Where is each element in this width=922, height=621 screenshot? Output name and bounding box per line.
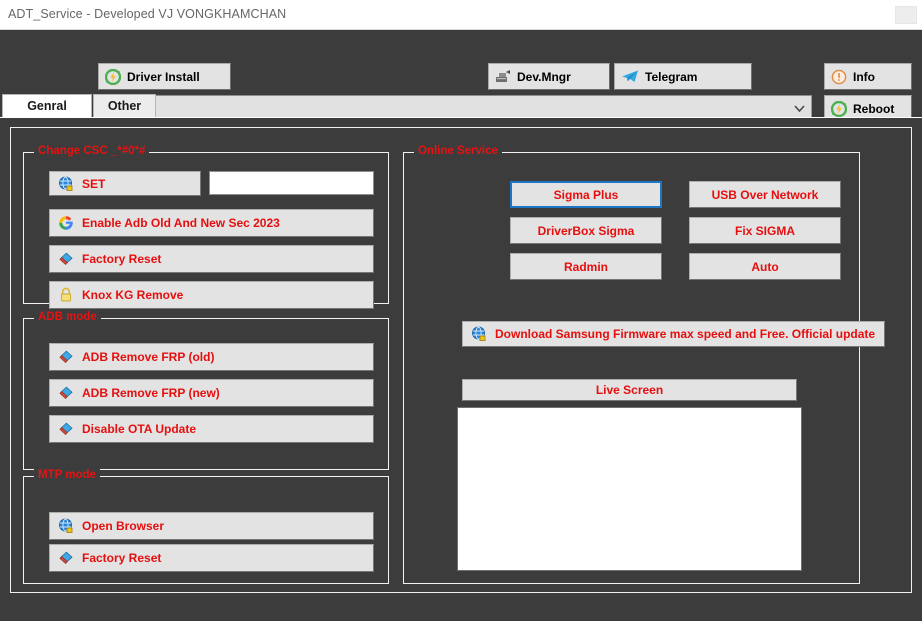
open-browser-label: Open Browser <box>82 519 165 533</box>
sigma-plus-button[interactable]: Sigma Plus <box>510 181 662 208</box>
dev-mngr-button[interactable]: Dev.Mngr <box>488 63 610 90</box>
adb-remove-frp-old-button[interactable]: ADB Remove FRP (old) <box>49 343 374 371</box>
adb-remove-frp-old-label: ADB Remove FRP (old) <box>82 350 215 364</box>
mtp-factory-reset-label: Factory Reset <box>82 551 162 565</box>
refresh-bolt-icon <box>105 68 121 85</box>
live-screen-view[interactable] <box>457 407 802 571</box>
driverbox-sigma-button[interactable]: DriverBox Sigma <box>510 217 662 244</box>
csc-set-button[interactable]: SET <box>49 171 201 196</box>
telegram-icon <box>621 69 639 85</box>
globe-icon <box>58 518 74 534</box>
radmin-label: Radmin <box>563 259 608 274</box>
eraser-icon <box>58 349 74 365</box>
live-screen-label: Live Screen <box>595 383 664 397</box>
telegram-label: Telegram <box>645 69 698 84</box>
download-firmware-label: Download Samsung Firmware max speed and … <box>495 327 876 341</box>
eraser-icon <box>58 421 74 437</box>
mtp-factory-reset-button[interactable]: Factory Reset <box>49 544 374 572</box>
window-control-button[interactable] <box>895 6 917 24</box>
tab-other-label: Other <box>107 99 142 113</box>
csc-factory-reset-button[interactable]: Factory Reset <box>49 245 374 273</box>
info-circle-icon <box>831 69 847 85</box>
eraser-icon <box>58 550 74 566</box>
enable-adb-label: Enable Adb Old And New Sec 2023 <box>82 216 280 230</box>
google-g-icon <box>58 215 74 231</box>
group-change-csc: Change CSC _*#0*# SET Enable Adb Old And… <box>23 145 389 309</box>
tab-genral-label: Genral <box>27 99 67 113</box>
padlock-icon <box>58 287 74 303</box>
window-title: ADT_Service - Developed VJ VONGKHAMCHAN <box>8 7 287 21</box>
fix-sigma-label: Fix SIGMA <box>734 223 795 238</box>
fix-sigma-button[interactable]: Fix SIGMA <box>689 217 841 244</box>
group-adb-mode-legend: ADB mode <box>34 311 101 323</box>
adb-remove-frp-new-label: ADB Remove FRP (new) <box>82 386 220 400</box>
dev-mngr-label: Dev.Mngr <box>517 69 571 84</box>
auto-button[interactable]: Auto <box>689 253 841 280</box>
disable-ota-update-label: Disable OTA Update <box>82 422 197 436</box>
device-manager-icon <box>495 69 511 85</box>
toolbar: Driver Install Dev.Mngr Telegram Info Re… <box>0 30 922 122</box>
group-online-service: Online Service Sigma Plus USB Over Netwo… <box>403 145 885 584</box>
sigma-plus-label: Sigma Plus <box>553 187 619 202</box>
csc-set-label: SET <box>82 176 106 191</box>
enable-adb-button[interactable]: Enable Adb Old And New Sec 2023 <box>49 209 374 237</box>
group-online-service-legend: Online Service <box>414 145 502 157</box>
usb-over-network-label: USB Over Network <box>711 187 819 202</box>
content-panel: Change CSC _*#0*# SET Enable Adb Old And… <box>10 127 912 593</box>
knox-kg-remove-button[interactable]: Knox KG Remove <box>49 281 374 309</box>
tab-strip: Genral Other <box>0 94 922 117</box>
driver-install-button[interactable]: Driver Install <box>98 63 231 90</box>
tab-genral[interactable]: Genral <box>2 94 92 117</box>
knox-kg-remove-label: Knox KG Remove <box>82 288 184 302</box>
adb-remove-frp-new-button[interactable]: ADB Remove FRP (new) <box>49 379 374 407</box>
window-title-bar: ADT_Service - Developed VJ VONGKHAMCHAN <box>0 0 922 30</box>
radmin-button[interactable]: Radmin <box>510 253 662 280</box>
csc-input[interactable] <box>209 171 374 195</box>
main-content: Change CSC _*#0*# SET Enable Adb Old And… <box>0 117 922 621</box>
group-adb-mode: ADB mode ADB Remove FRP (old) ADB Remove… <box>23 311 389 470</box>
globe-icon <box>58 176 74 192</box>
eraser-icon <box>58 385 74 401</box>
live-screen-button[interactable]: Live Screen <box>462 379 797 401</box>
csc-factory-reset-label: Factory Reset <box>82 252 162 266</box>
group-mtp-mode-legend: MTP mode <box>34 469 100 481</box>
telegram-button[interactable]: Telegram <box>614 63 752 90</box>
group-mtp-mode: MTP mode Open Browser Factory Reset <box>23 469 389 584</box>
eraser-icon <box>58 251 74 267</box>
disable-ota-update-button[interactable]: Disable OTA Update <box>49 415 374 443</box>
usb-over-network-button[interactable]: USB Over Network <box>689 181 841 208</box>
info-label: Info <box>853 69 875 84</box>
tab-other[interactable]: Other <box>93 94 156 117</box>
driver-install-label: Driver Install <box>127 69 200 84</box>
globe-icon <box>471 326 487 342</box>
info-button[interactable]: Info <box>824 63 912 90</box>
driverbox-sigma-label: DriverBox Sigma <box>537 223 635 238</box>
group-change-csc-legend: Change CSC _*#0*# <box>34 145 150 157</box>
auto-label: Auto <box>751 259 779 274</box>
open-browser-button[interactable]: Open Browser <box>49 512 374 540</box>
download-firmware-button[interactable]: Download Samsung Firmware max speed and … <box>462 321 885 347</box>
